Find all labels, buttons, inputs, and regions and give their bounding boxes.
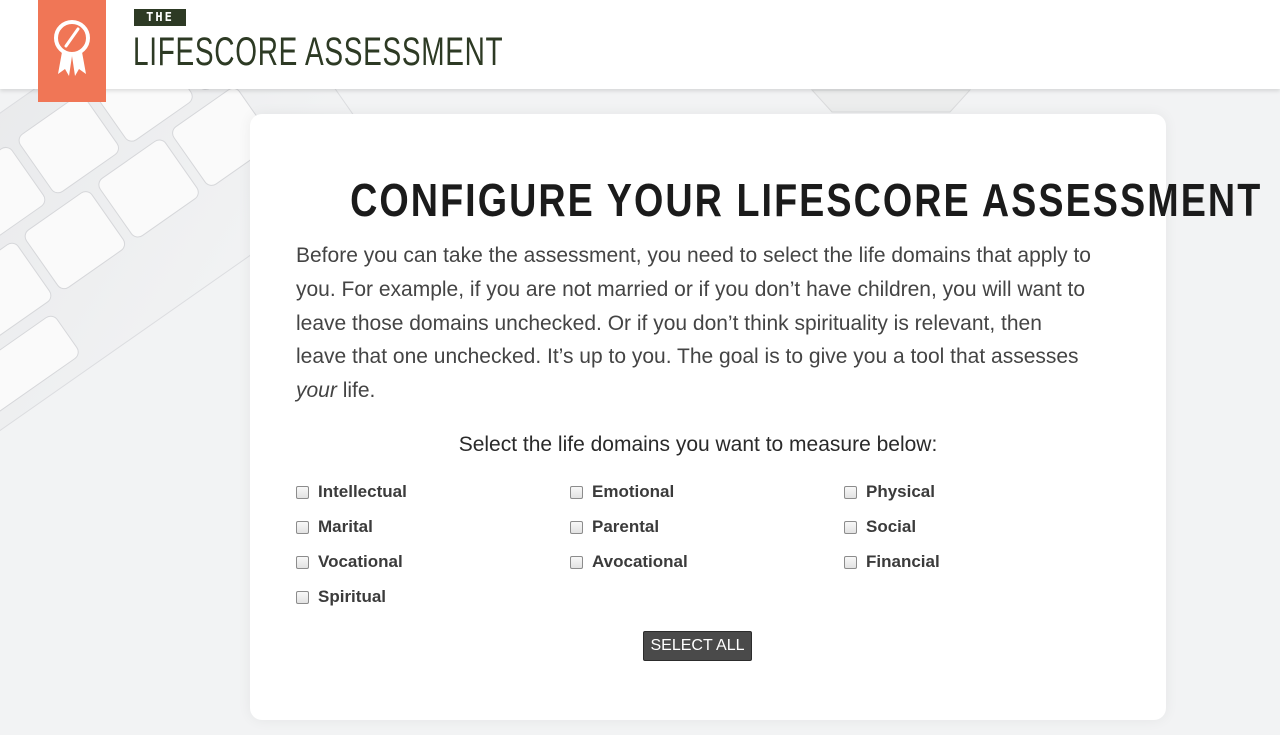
domain-label: Physical: [866, 482, 935, 501]
intro-text-end: life.: [336, 379, 376, 403]
domain-label: Spiritual: [318, 587, 387, 606]
checkbox-vocational[interactable]: [296, 555, 309, 569]
checkbox-parental[interactable]: [570, 520, 583, 534]
site-header: THE LIFESCORE ASSESSMENT: [0, 0, 1280, 89]
domain-financial[interactable]: Financial: [844, 550, 940, 574]
domain-label: Financial: [866, 552, 940, 571]
domain-label: Vocational: [318, 552, 403, 571]
logo-badge[interactable]: [38, 0, 106, 102]
page-title-text: CONFIGURE YOUR LIFESCORE ASSESSMENT: [350, 174, 1263, 226]
domain-vocational[interactable]: Vocational: [296, 550, 403, 574]
domain-physical[interactable]: Physical: [844, 480, 935, 504]
select-domains-label: Select the life domains you want to meas…: [458, 433, 938, 456]
domain-label: Intellectual: [318, 482, 407, 501]
checkbox-financial[interactable]: [844, 555, 857, 569]
checkbox-physical[interactable]: [844, 485, 857, 499]
logo-the-label: THE: [134, 9, 186, 26]
domain-spiritual[interactable]: Spiritual: [296, 585, 386, 609]
intro-emphasis: your: [296, 379, 337, 403]
domain-parental[interactable]: Parental: [570, 515, 659, 539]
checkbox-social[interactable]: [844, 520, 857, 534]
domain-label: Avocational: [592, 552, 688, 571]
page-title: CONFIGURE YOUR LIFESCORE ASSESSMENT: [250, 176, 1260, 224]
domain-marital[interactable]: Marital: [296, 515, 373, 539]
checkbox-avocational[interactable]: [570, 555, 583, 569]
checkbox-intellectual[interactable]: [296, 485, 309, 499]
checkbox-emotional[interactable]: [570, 485, 583, 499]
domain-social[interactable]: Social: [844, 515, 916, 539]
checkbox-spiritual[interactable]: [296, 590, 309, 604]
domain-label: Marital: [318, 517, 373, 536]
logo-title: LIFESCORE ASSESSMENT: [133, 30, 504, 74]
domain-checkbox-grid: Intellectual Emotional Physical Marital …: [296, 480, 1116, 620]
award-ribbon-icon: [54, 20, 90, 76]
domain-label: Parental: [592, 517, 660, 536]
domain-label: Emotional: [592, 482, 675, 501]
intro-paragraph: Before you can take the assessment, you …: [296, 239, 1096, 408]
checkbox-marital[interactable]: [296, 520, 309, 534]
configure-card: CONFIGURE YOUR LIFESCORE ASSESSMENT Befo…: [250, 114, 1260, 720]
select-all-button[interactable]: SELECT ALL: [643, 631, 752, 661]
domain-intellectual[interactable]: Intellectual: [296, 480, 407, 504]
intro-text: Before you can take the assessment, you …: [296, 244, 1091, 369]
domain-emotional[interactable]: Emotional: [570, 480, 674, 504]
domain-avocational[interactable]: Avocational: [570, 550, 688, 574]
domain-label: Social: [866, 517, 917, 536]
